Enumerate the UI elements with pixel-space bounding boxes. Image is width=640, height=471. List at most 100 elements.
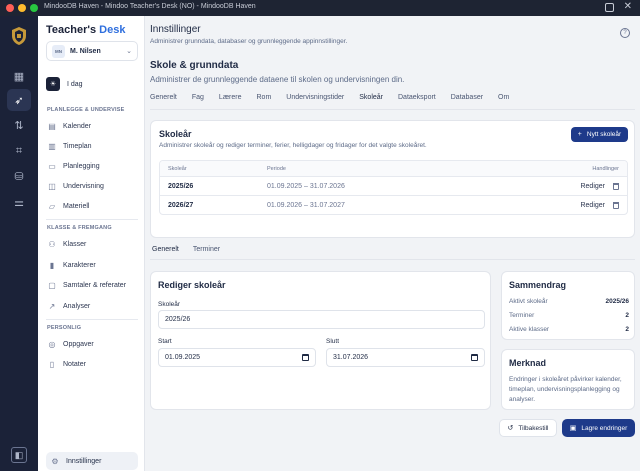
user-selector[interactable]: MN M. Nilsen ⌄ — [46, 41, 138, 61]
sidebar-item-classes[interactable]: ⚇ Klasser — [47, 236, 139, 252]
tab-databases[interactable]: Databaser — [451, 94, 483, 110]
external-icon[interactable] — [605, 3, 614, 12]
user-name: M. Nilsen — [70, 47, 101, 55]
table-row[interactable]: 2026/27 01.09.2026 – 31.07.2027 Rediger — [160, 195, 627, 214]
window-title: MindooDB Haven - Mindoo Teacher's Desk (… — [44, 3, 256, 10]
tab-data-export[interactable]: Dataeksport — [398, 94, 436, 110]
section-heading-classes: KLASSE & FREMGANG — [47, 225, 112, 231]
trash-icon[interactable] — [613, 201, 619, 209]
section-title: Skole & grunndata — [150, 60, 239, 71]
save-button[interactable]: ▣ Lagre endringer — [562, 419, 635, 437]
tab-school-year[interactable]: Skoleår — [357, 94, 385, 110]
school-year-subtabs: Generelt Terminer — [152, 246, 234, 260]
sidebar-item-today[interactable]: ☀ I dag — [46, 76, 83, 92]
note-icon: ▯ — [49, 359, 55, 369]
brand-title: Teacher's Desk — [46, 24, 125, 36]
close-window-button[interactable] — [6, 4, 14, 12]
table-row[interactable]: 2025/26 01.09.2025 – 31.07.2026 Rediger — [160, 176, 627, 195]
summary-row: Terminer 2 — [509, 312, 629, 319]
summary-label: Aktivt skoleår — [509, 298, 548, 305]
sidebar-item-label: Karakterer — [63, 261, 96, 269]
edit-link[interactable]: Rediger — [580, 202, 605, 209]
sidebar-item-label: Kalender — [63, 122, 92, 130]
school-year-table: Skoleår Periode Handlinger 2025/26 01.09… — [159, 160, 628, 215]
panel-icon[interactable]: ◧ — [11, 447, 27, 463]
start-date-input[interactable]: 01.09.2025 — [158, 348, 316, 367]
note-card: Merknad Endringer i skoleåret påvirker k… — [501, 349, 635, 410]
sidebar-item-label: Klasser — [63, 240, 87, 248]
summary-value: 2 — [625, 312, 629, 319]
sidebar-item-notes[interactable]: ▯ Notater — [47, 356, 139, 372]
subtab-general[interactable]: Generelt — [152, 246, 179, 260]
reset-button[interactable]: ↺ Tilbakestill — [499, 419, 557, 437]
divider — [46, 219, 138, 220]
tab-about[interactable]: Om — [498, 94, 509, 110]
help-icon[interactable]: ? — [620, 28, 630, 38]
brand-main: Teacher's — [46, 24, 97, 36]
maximize-window-button[interactable] — [30, 4, 38, 12]
card-title: Merknad — [509, 358, 547, 368]
database-icon[interactable]: ⛁ — [7, 165, 31, 187]
edit-school-year-card: Rediger skoleår Skoleår 2025/26 Start 01… — [150, 271, 491, 410]
save-icon: ▣ — [569, 425, 577, 432]
section-subtitle: Administrer de grunnleggende dataene til… — [150, 75, 405, 84]
calendar-icon[interactable] — [302, 354, 309, 361]
sidebar-item-materials[interactable]: ▱ Materiell — [47, 198, 139, 214]
card-title: Rediger skoleår — [158, 280, 226, 290]
sidebar-item-calendar[interactable]: ▤ Kalender — [47, 118, 139, 134]
avatar: MN — [52, 44, 65, 58]
sun-icon: ☀ — [46, 77, 60, 91]
presentation-icon: ◫ — [48, 181, 56, 191]
edit-link[interactable]: Rediger — [580, 183, 605, 190]
rocket-icon[interactable]: ➶ — [7, 89, 31, 111]
section-heading-plan: PLANLEGGE & UNDERVISE — [47, 107, 125, 113]
period-cell: 01.09.2025 – 31.07.2026 — [267, 182, 345, 190]
tab-teachers[interactable]: Lærere — [219, 94, 242, 110]
sync-icon[interactable]: ⇅ — [7, 114, 31, 136]
check-circle-icon: ◎ — [48, 339, 56, 349]
tab-lesson-times[interactable]: Undervisningstider — [286, 94, 344, 110]
year-cell: 2026/27 — [168, 201, 194, 209]
year-input[interactable]: 2025/26 — [158, 310, 485, 329]
tab-subjects[interactable]: Fag — [192, 94, 204, 110]
end-date-input[interactable]: 31.07.2026 — [326, 348, 485, 367]
sidebar-item-label: Planlegging — [63, 162, 100, 170]
sidebar-item-conversations[interactable]: ▢ Samtaler & referater — [47, 277, 139, 293]
sidebar-item-grades[interactable]: ▮ Karakterer — [47, 257, 139, 273]
sidebar-item-label: Undervisning — [63, 182, 104, 190]
sidebar-item-analytics[interactable]: ↗ Analyser — [47, 298, 139, 314]
clipboard-icon: ▭ — [48, 161, 56, 171]
column-header: Skoleår — [168, 165, 187, 172]
trash-icon[interactable] — [613, 182, 619, 190]
minimize-window-button[interactable] — [18, 4, 26, 12]
subtab-terms[interactable]: Terminer — [193, 246, 220, 260]
summary-card: Sammendrag Aktivt skoleår 2025/26 Termine… — [501, 271, 635, 340]
sidebar-item-label: I dag — [67, 80, 83, 88]
sidebar-item-planning[interactable]: ▭ Planlegging — [47, 158, 139, 174]
button-label: Tilbakestill — [518, 424, 549, 432]
settings-tabs: Generelt Fag Lærere Rom Undervisningstid… — [150, 94, 524, 110]
sidebar-item-label: Samtaler & referater — [63, 281, 127, 289]
window-titlebar: MindooDB Haven - Mindoo Teacher's Desk (… — [0, 0, 640, 16]
sidebar-item-tasks[interactable]: ◎ Oppgaver — [47, 336, 139, 352]
sidebar: Teacher's Desk MN M. Nilsen ⌄ ☀ I dag PL… — [38, 16, 145, 471]
summary-row: Aktive klasser 2 — [509, 326, 629, 333]
sidebar-item-label: Timeplan — [63, 142, 92, 150]
sliders-icon[interactable]: ⚌ — [7, 191, 31, 213]
grid-icon[interactable]: ▦ — [7, 65, 31, 87]
tab-general[interactable]: Generelt — [150, 94, 177, 110]
chart-icon: ▮ — [49, 260, 55, 270]
scan-icon[interactable]: ⌗ — [7, 140, 31, 162]
sidebar-item-timetable[interactable]: ▥ Timeplan — [47, 138, 139, 154]
new-school-year-button[interactable]: + Nytt skoleår — [571, 127, 628, 142]
page-title: Innstillinger — [150, 24, 201, 35]
calendar-icon[interactable] — [471, 354, 478, 361]
summary-label: Terminer — [509, 312, 535, 319]
tab-rooms[interactable]: Rom — [257, 94, 272, 110]
sidebar-item-settings[interactable]: ⚙ Innstillinger — [46, 452, 138, 470]
close-icon[interactable]: ✕ — [624, 1, 632, 13]
sidebar-item-teaching[interactable]: ◫ Undervisning — [47, 178, 139, 194]
page-subtitle: Administrer grunndata, databaser og grun… — [150, 38, 348, 45]
undo-icon: ↺ — [507, 425, 514, 432]
card-title: Skoleår — [159, 129, 192, 139]
